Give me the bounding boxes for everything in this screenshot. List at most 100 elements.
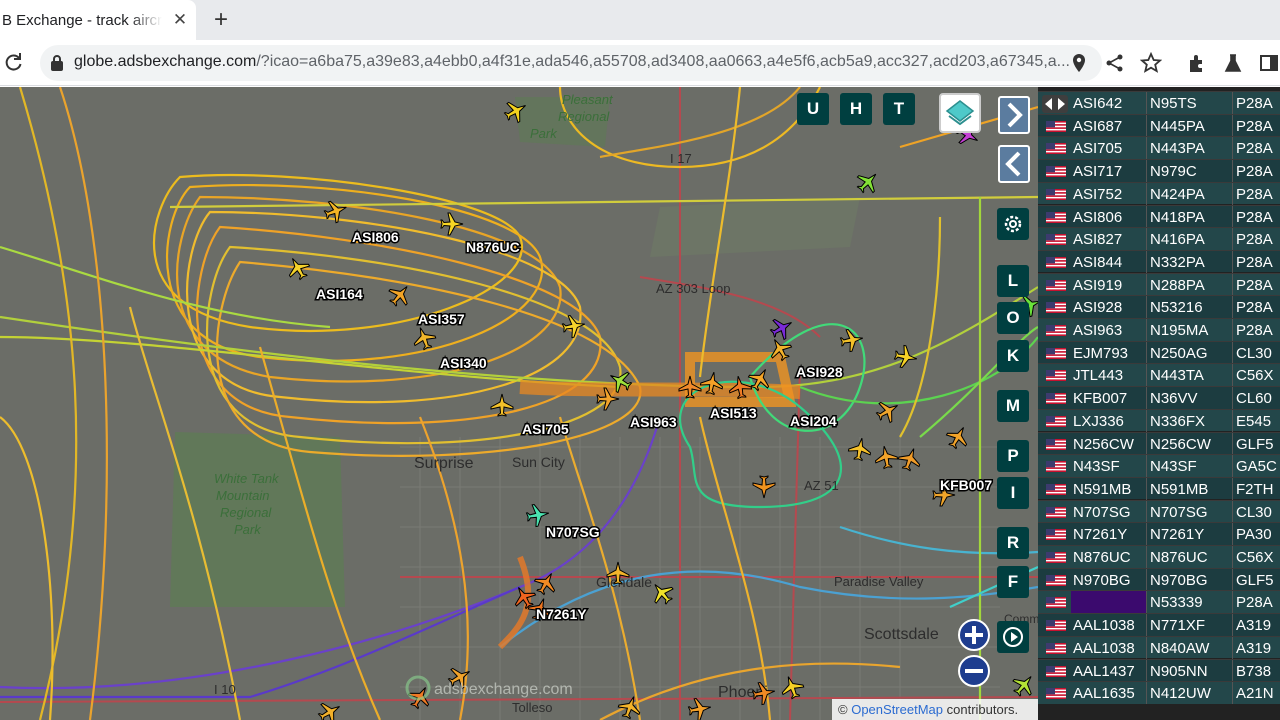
registration-cell: N443TA (1150, 367, 1204, 385)
settings-button[interactable] (997, 208, 1029, 240)
lab-flask-icon[interactable] (1222, 52, 1244, 74)
aircraft-row[interactable]: N7261Y N7261Y PA30 (1038, 522, 1280, 546)
registration-cell: N424PA (1150, 185, 1205, 203)
aircraft-label[interactable]: ASI340 (439, 354, 489, 373)
aircraft-label[interactable]: ASI164 (315, 285, 365, 304)
aircraft-row[interactable]: N876UC N876UC C56X (1038, 545, 1280, 568)
aircraft-label[interactable]: ASI806 (351, 228, 401, 247)
aircraft-row[interactable]: ASI752 N424PA P28A (1038, 181, 1280, 205)
callsign-cell: N43SF (1073, 458, 1120, 476)
aircraft-row[interactable]: ASI687 N445PA P28A (1038, 113, 1280, 137)
aircraft-row[interactable]: N256CW N256CW GLF5 (1038, 431, 1280, 455)
aircraft-row[interactable]: ASI844 N332PA P28A (1038, 249, 1280, 273)
column-divider (1146, 614, 1147, 637)
type-cell: GLF5 (1236, 435, 1274, 453)
callsign-cell: ASI963 (1073, 322, 1123, 339)
us-flag-icon (1046, 506, 1066, 518)
resize-handle[interactable] (1042, 95, 1068, 113)
aircraft-label[interactable]: ASI705 (521, 420, 571, 439)
browser-tab[interactable]: B Exchange - track aircraft ✕ (0, 0, 196, 40)
share-icon[interactable] (1104, 52, 1126, 74)
replay-icon (1003, 627, 1023, 647)
reload-icon[interactable] (2, 51, 24, 73)
replay-button[interactable] (997, 621, 1029, 653)
location-pin-icon[interactable] (1068, 52, 1090, 74)
i-button[interactable]: I (997, 477, 1029, 509)
layers-button[interactable] (939, 93, 981, 133)
aircraft-label[interactable]: N7261Y (535, 605, 589, 624)
address-bar[interactable]: globe.adsbexchange.com/?icao=a6ba75,a39e… (40, 45, 1102, 81)
m-button[interactable]: M (997, 390, 1029, 422)
aircraft-row[interactable]: ASI963 N195MA P28A (1038, 318, 1280, 341)
type-cell: E545 (1236, 412, 1272, 430)
r-button[interactable]: R (997, 527, 1029, 559)
callsign-cell: ASI687 (1073, 117, 1123, 135)
us-flag-icon (1046, 665, 1066, 677)
us-flag-icon (1046, 211, 1066, 223)
aircraft-row[interactable]: ASI806 N418PA P28A (1038, 204, 1280, 228)
flight-map[interactable]: Surprise Sun City Scottsdale Paradise Va… (0, 87, 1038, 720)
us-flag-icon (1046, 234, 1066, 246)
aircraft-row[interactable]: N591MB N591MB F2TH (1038, 476, 1280, 500)
aircraft-row[interactable]: N53339 P28A (1038, 590, 1280, 614)
t-button[interactable]: T (883, 93, 915, 125)
park-label: Regional (220, 505, 272, 520)
us-flag-icon (1046, 143, 1066, 155)
aircraft-row[interactable]: AAL1635 N412UW A21N (1038, 681, 1280, 705)
aircraft-row[interactable]: ASI717 N979C P28A (1038, 159, 1280, 183)
aircraft-label[interactable]: ASI357 (417, 310, 467, 329)
aircraft-label[interactable]: ASI928 (795, 363, 845, 382)
aircraft-row[interactable]: AAL1437 N905NN B738 (1038, 658, 1280, 682)
aircraft-row[interactable]: ASI928 N53216 P28A (1038, 295, 1280, 319)
close-tab-icon[interactable]: ✕ (170, 10, 190, 30)
aircraft-row[interactable]: ASI705 N443PA P28A (1038, 136, 1280, 160)
expand-right-button[interactable] (998, 96, 1030, 134)
osm-link[interactable]: OpenStreetMap (851, 702, 943, 717)
l-button[interactable]: L (997, 265, 1029, 297)
watermark-text: adsbexchange.com (434, 681, 573, 698)
aircraft-label[interactable]: KFB007 (939, 476, 994, 495)
aircraft-row[interactable]: EJM793 N250AG CL30 (1038, 340, 1280, 364)
aircraft-row[interactable]: AAL1038 N840AW A319 (1038, 635, 1280, 659)
collapse-left-button[interactable] (998, 145, 1030, 183)
column-divider (1232, 614, 1233, 637)
zoom-out-button[interactable] (958, 655, 990, 687)
aircraft-row[interactable]: N970BG N970BG GLF5 (1038, 567, 1280, 591)
aircraft-label[interactable]: ASI513 (709, 404, 759, 423)
column-divider (1232, 682, 1233, 705)
column-divider (1232, 659, 1233, 682)
aircraft-label[interactable]: N876UC (465, 238, 522, 257)
f-button[interactable]: F (997, 566, 1029, 598)
p-button[interactable]: P (997, 440, 1029, 472)
extensions-puzzle-icon[interactable] (1186, 52, 1208, 74)
aircraft-row[interactable]: N707SG N707SG CL30 (1038, 499, 1280, 523)
us-flag-icon (1046, 574, 1066, 586)
column-divider (1146, 114, 1147, 137)
bookmark-star-icon[interactable] (1140, 52, 1162, 74)
new-tab-icon[interactable]: + (208, 7, 234, 33)
aircraft-row[interactable]: ASI827 N416PA P28A (1038, 227, 1280, 251)
k-button[interactable]: K (997, 340, 1029, 372)
side-panel-icon[interactable] (1258, 52, 1280, 74)
aircraft-row[interactable]: AAL1038 N771XF A319 (1038, 613, 1280, 637)
h-button[interactable]: H (840, 93, 872, 125)
aircraft-row[interactable]: LXJ336 N336FX E545 (1038, 408, 1280, 432)
aircraft-table[interactable]: ASI642 N95TS P28A ASI687 N445PA P28A ASI705 N44… (1038, 87, 1280, 720)
aircraft-label[interactable]: ASI204 (789, 412, 839, 431)
aircraft-row[interactable]: JTL443 N443TA C56X (1038, 363, 1280, 387)
aircraft-row[interactable]: N43SF N43SF GA5C (1038, 454, 1280, 478)
map-canvas[interactable]: Surprise Sun City Scottsdale Paradise Va… (0, 87, 1038, 720)
aircraft-label[interactable]: N707SG (545, 523, 602, 542)
callsign-cell: ASI642 (1073, 95, 1123, 112)
us-flag-icon (1046, 347, 1066, 359)
zoom-in-button[interactable] (958, 619, 990, 651)
u-button[interactable]: U (797, 93, 829, 125)
park-label: Park (234, 522, 262, 537)
column-divider (1146, 500, 1147, 523)
aircraft-row[interactable]: ASI642 N95TS P28A (1038, 91, 1280, 114)
lock-icon (51, 55, 63, 71)
aircraft-row[interactable]: KFB007 N36VV CL60 (1038, 386, 1280, 410)
o-button[interactable]: O (997, 302, 1029, 334)
aircraft-label[interactable]: ASI963 (629, 413, 679, 432)
aircraft-row[interactable]: ASI919 N288PA P28A (1038, 272, 1280, 296)
